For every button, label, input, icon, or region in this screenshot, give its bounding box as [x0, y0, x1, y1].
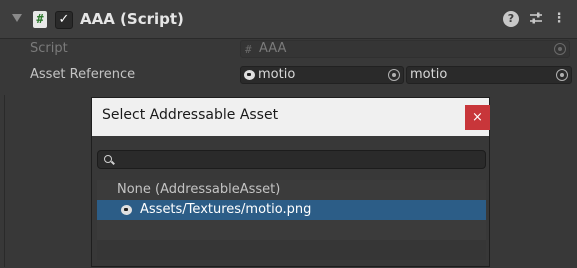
- texture-asset-icon: [121, 205, 132, 215]
- asset-picker-icon[interactable]: [388, 69, 400, 81]
- preset-glyph: [530, 12, 542, 24]
- script-label: Script: [30, 41, 68, 56]
- dialog-title: Select Addressable Asset: [102, 107, 279, 123]
- search-icon: [104, 155, 112, 163]
- select-asset-dialog: Select Addressable Asset × None (Address…: [91, 97, 490, 267]
- list-empty-row: [97, 220, 486, 240]
- foldout-arrow-icon[interactable]: [12, 14, 22, 22]
- list-item-label: Assets/Textures/motio.png: [140, 202, 312, 217]
- list-item-label: None (AddressableAsset): [117, 182, 281, 197]
- script-icon: #: [33, 11, 47, 28]
- object-picker-icon: [554, 43, 566, 55]
- asset-reference-label: Asset Reference: [30, 67, 136, 82]
- component-title: AAA (Script): [80, 10, 184, 28]
- search-input[interactable]: [97, 150, 486, 169]
- inspector-indent-rule: [4, 95, 5, 267]
- list-empty-row: [97, 240, 486, 260]
- script-value: AAA: [259, 41, 287, 56]
- sub-asset-field[interactable]: motio: [406, 66, 572, 84]
- more-menu-icon[interactable]: ⋮: [551, 11, 567, 27]
- close-button[interactable]: ×: [465, 105, 490, 130]
- sub-asset-value: motio: [410, 67, 448, 82]
- list-item-none[interactable]: None (AddressableAsset): [97, 180, 486, 200]
- preset-icon[interactable]: [528, 11, 544, 27]
- asset-reference-field[interactable]: motio: [240, 66, 404, 84]
- enabled-checkbox[interactable]: ✓: [55, 11, 73, 29]
- header-divider: [0, 38, 577, 39]
- sub-asset-picker-icon[interactable]: [556, 69, 568, 81]
- texture-asset-icon: [244, 70, 255, 80]
- script-field: # AAA: [240, 40, 570, 58]
- asset-reference-value: motio: [258, 67, 296, 82]
- list-item-selected[interactable]: Assets/Textures/motio.png: [97, 200, 486, 220]
- asset-list: None (AddressableAsset) Assets/Textures/…: [97, 180, 486, 268]
- script-file-icon: #: [245, 43, 252, 56]
- dialog-titlebar[interactable]: Select Addressable Asset ×: [92, 98, 490, 136]
- help-icon[interactable]: ?: [503, 11, 519, 27]
